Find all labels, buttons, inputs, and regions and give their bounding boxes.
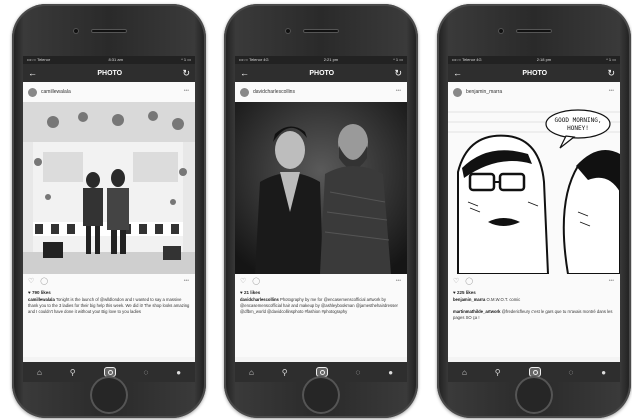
post-username[interactable]: davidcharlescollins [253,89,295,95]
likes-count[interactable]: ♥ 225 likes [448,288,620,297]
comic-illustration: GOOD MORNING, HONEY! [448,102,620,274]
phone-frame-2: •••○○ Telenor 4G 2:21 pm * 1 ▭ ← PHOTO ↻… [224,4,418,418]
home-button[interactable] [90,376,128,414]
comment-icon[interactable]: ◯ [252,277,260,285]
heart-icon[interactable]: ♡ [453,277,459,285]
post-username[interactable]: camillewalala [41,89,71,95]
more-options-icon[interactable]: ••• [184,88,189,94]
front-camera [73,28,79,34]
caption-username[interactable]: davidcharlescollins [240,297,279,302]
more-icon[interactable]: ••• [396,278,401,284]
post-photo[interactable]: GOOD MORNING, HONEY! [448,102,620,274]
activity-icon[interactable]: ◌ [568,368,573,377]
post-header: benjamin_marra ••• [448,82,620,102]
likes-count[interactable]: ♥ 21 likes [235,288,407,297]
carrier-label: •••○○ Telenor 4G [239,57,269,62]
status-time: 2:18 pm [536,57,552,62]
two-men-portrait-photo [235,102,407,274]
speech-bubble-line1: GOOD MORNING, [555,117,602,124]
post-actions: ♡ ◯ ••• [23,274,195,288]
page-title: PHOTO [97,69,123,77]
screen-3: •••○○ Telenor 4G 2:18 pm * 1 ▭ ← PHOTO ↻… [448,56,620,382]
battery-indicator: * 1 ▭ [606,57,616,62]
comment-icon[interactable]: ◯ [40,277,48,285]
screen-1: •••○○ Telenor 8:31 am * 1 ▭ ← PHOTO ↻ ca… [23,56,195,382]
activity-icon[interactable]: ◌ [143,368,148,377]
post-caption: camillewalala Tonight is the launch of @… [23,297,195,357]
status-time: 8:31 am [108,57,123,62]
post-actions: ♡ ◯ ••• [448,274,620,288]
earpiece-speaker [91,29,127,33]
refresh-icon[interactable]: ↻ [394,68,402,79]
earpiece-speaker [303,29,339,33]
search-icon[interactable]: ⚲ [70,368,76,377]
post-username[interactable]: benjamin_marra [466,89,502,95]
home-icon[interactable]: ⌂ [462,368,467,377]
avatar[interactable] [240,87,249,97]
post-actions: ♡ ◯ ••• [235,274,407,288]
post-photo[interactable] [235,102,407,274]
home-button[interactable] [515,376,553,414]
activity-icon[interactable]: ◌ [355,368,360,377]
battery-indicator: * 1 ▭ [181,57,191,62]
post-header: davidcharlescollins ••• [235,82,407,102]
more-options-icon[interactable]: ••• [609,88,614,94]
arrow-left-icon[interactable]: ← [28,68,37,78]
carrier-label: •••○○ Telenor 4G [452,57,482,62]
battery-indicator: * 1 ▭ [393,57,403,62]
more-icon[interactable]: ••• [609,278,614,284]
profile-icon[interactable]: ● [388,368,393,377]
post-photo[interactable] [23,102,195,274]
page-title: PHOTO [522,69,548,77]
profile-icon[interactable]: ● [176,368,181,377]
more-options-icon[interactable]: ••• [396,88,401,94]
status-bar: •••○○ Telenor 4G 2:21 pm * 1 ▭ [235,56,407,64]
home-icon[interactable]: ⌂ [37,368,42,377]
heart-icon[interactable]: ♡ [240,277,246,285]
status-bar: •••○○ Telenor 4G 2:18 pm * 1 ▭ [448,56,620,64]
caption-username[interactable]: benjamin_marra [453,297,485,302]
comment-icon[interactable]: ◯ [465,277,473,285]
shop-interior-photo [23,102,195,274]
earpiece-speaker [516,29,552,33]
refresh-icon[interactable]: ↻ [607,68,615,79]
screen-2: •••○○ Telenor 4G 2:21 pm * 1 ▭ ← PHOTO ↻… [235,56,407,382]
top-nav-bar: ← PHOTO ↻ [235,64,407,82]
phone-frame-3: •••○○ Telenor 4G 2:18 pm * 1 ▭ ← PHOTO ↻… [437,4,631,418]
more-icon[interactable]: ••• [184,278,189,284]
front-camera [285,28,291,34]
home-button[interactable] [302,376,340,414]
post-caption: davidcharlescollins Photography by me fo… [235,297,407,357]
post-header: camillewalala ••• [23,82,195,102]
avatar[interactable] [453,87,462,97]
caption-username[interactable]: camillewalala [28,297,55,302]
home-icon[interactable]: ⌂ [249,368,254,377]
arrow-left-icon[interactable]: ← [453,68,462,78]
heart-icon[interactable]: ♡ [28,277,34,285]
page-title: PHOTO [309,69,335,77]
avatar[interactable] [28,87,37,97]
status-bar: •••○○ Telenor 8:31 am * 1 ▭ [23,56,195,64]
arrow-left-icon[interactable]: ← [240,68,249,78]
likes-count[interactable]: ♥ 790 likes [23,288,195,297]
top-nav-bar: ← PHOTO ↻ [448,64,620,82]
search-icon[interactable]: ⚲ [282,368,288,377]
caption-text: O.M.W.O.T. comic [486,297,521,302]
top-nav-bar: ← PHOTO ↻ [23,64,195,82]
status-time: 2:21 pm [323,57,339,62]
comment-username[interactable]: martinmathilde_artwork [453,309,500,314]
post-caption: benjamin_marra O.M.W.O.T. comic martinma… [448,297,620,357]
carrier-label: •••○○ Telenor [27,57,51,62]
refresh-icon[interactable]: ↻ [182,68,190,79]
search-icon[interactable]: ⚲ [495,368,501,377]
profile-icon[interactable]: ● [601,368,606,377]
speech-bubble-line2: HONEY! [567,125,589,132]
phone-frame-1: •••○○ Telenor 8:31 am * 1 ▭ ← PHOTO ↻ ca… [12,4,206,418]
front-camera [498,28,504,34]
